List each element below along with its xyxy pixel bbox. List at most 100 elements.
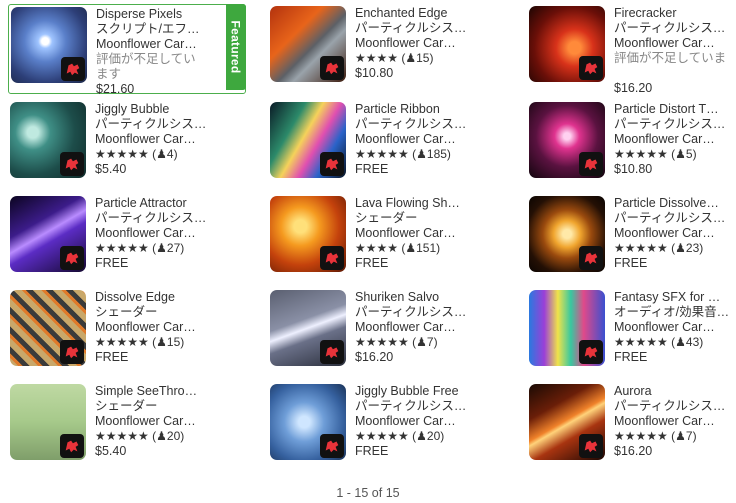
moonflower-dragon-icon bbox=[60, 340, 84, 364]
asset-card[interactable]: Jiggly Bubble パーティクルシス… Moonflower Car… … bbox=[8, 100, 238, 190]
rating-count: (♟5) bbox=[671, 147, 697, 161]
asset-price: $16.20 bbox=[355, 350, 394, 364]
asset-publisher[interactable]: Moonflower Car… bbox=[614, 320, 736, 335]
rating-stars: ★★★★★ bbox=[95, 335, 149, 349]
asset-title[interactable]: Firecracker bbox=[614, 6, 736, 21]
rating-count: (♟185) bbox=[412, 147, 451, 161]
asset-thumbnail[interactable] bbox=[11, 7, 87, 83]
asset-card[interactable]: Shuriken Salvo パーティクルシス… Moonflower Car…… bbox=[268, 288, 498, 378]
asset-title[interactable]: Lava Flowing Sh… bbox=[355, 196, 473, 211]
asset-price: FREE bbox=[614, 256, 648, 270]
rating-stars: ★★★★★ bbox=[95, 429, 149, 443]
moonflower-dragon-icon bbox=[320, 434, 344, 458]
rating-count: (♟15) bbox=[401, 51, 434, 65]
asset-rating: ★★★★★ (♟20) bbox=[95, 429, 213, 444]
asset-title[interactable]: Jiggly Bubble bbox=[95, 102, 213, 117]
asset-category: パーティクルシス… bbox=[614, 399, 726, 413]
asset-title[interactable]: Particle Ribbon bbox=[355, 102, 473, 117]
asset-card[interactable]: Particle Ribbon パーティクルシス… Moonflower Car… bbox=[268, 100, 498, 190]
asset-publisher[interactable]: Moonflower Car… bbox=[355, 414, 473, 429]
moonflower-dragon-icon bbox=[320, 152, 344, 176]
asset-title[interactable]: Enchanted Edge bbox=[355, 6, 473, 21]
asset-title[interactable]: Jiggly Bubble Free bbox=[355, 384, 473, 399]
asset-price: FREE bbox=[95, 256, 129, 270]
asset-card[interactable]: Disperse Pixels スクリプト/エフ… Moonflower Car… bbox=[8, 4, 246, 96]
asset-publisher[interactable]: Moonflower Car… bbox=[95, 132, 213, 147]
moonflower-dragon-icon bbox=[579, 434, 603, 458]
asset-thumbnail[interactable] bbox=[10, 290, 86, 366]
rating-stars: ★★★★★ bbox=[355, 335, 409, 349]
asset-grid: Disperse Pixels スクリプト/エフ… Moonflower Car… bbox=[8, 4, 732, 474]
asset-category: パーティクルシス… bbox=[614, 21, 726, 35]
rating-count: (♟20) bbox=[412, 429, 445, 443]
moonflower-dragon-icon bbox=[579, 340, 603, 364]
moonflower-dragon-icon bbox=[579, 246, 603, 270]
asset-category: パーティクルシス… bbox=[95, 117, 207, 131]
moonflower-dragon-icon bbox=[60, 434, 84, 458]
asset-card[interactable]: Enchanted Edge パーティクルシス… Moonflower Car…… bbox=[268, 4, 498, 94]
asset-card[interactable]: Aurora パーティクルシス… Moonflower Car… ★★★★★ (… bbox=[527, 382, 736, 472]
asset-publisher[interactable]: Moonflower Car… bbox=[614, 36, 736, 51]
asset-thumbnail[interactable] bbox=[270, 6, 346, 82]
asset-publisher[interactable]: Moonflower Car… bbox=[95, 320, 213, 335]
asset-rating: ★★★★★ (♟20) bbox=[355, 429, 473, 444]
asset-price: $10.80 bbox=[614, 162, 653, 176]
asset-publisher[interactable]: Moonflower Car… bbox=[614, 414, 736, 429]
asset-thumbnail[interactable] bbox=[10, 196, 86, 272]
asset-title[interactable]: Shuriken Salvo bbox=[355, 290, 473, 305]
asset-thumbnail[interactable] bbox=[529, 384, 605, 460]
asset-price: $21.60 bbox=[96, 82, 135, 96]
asset-card[interactable]: Lava Flowing Sh… シェーダー Moonflower Car… ★… bbox=[268, 194, 498, 284]
asset-card[interactable]: Fantasy SFX for … オーディオ/効果音… Moonflower … bbox=[527, 288, 736, 378]
asset-thumbnail[interactable] bbox=[10, 102, 86, 178]
asset-card[interactable]: Particle Attractor パーティクルシス… Moonflower … bbox=[8, 194, 238, 284]
asset-publisher[interactable]: Moonflower Car… bbox=[614, 132, 736, 147]
asset-card[interactable]: Firecracker パーティクルシス… Moonflower Car… 評価… bbox=[527, 4, 736, 95]
asset-category: パーティクルシス… bbox=[614, 211, 726, 225]
asset-title[interactable]: Simple SeeThro… bbox=[95, 384, 213, 399]
rating-stars: ★★★★★ bbox=[95, 147, 149, 161]
asset-rating: ★★★★★ (♟27) bbox=[95, 241, 213, 256]
asset-price: FREE bbox=[355, 256, 389, 270]
asset-title[interactable]: Fantasy SFX for … bbox=[614, 290, 736, 305]
asset-rating: ★★★★ (♟15) bbox=[355, 51, 473, 66]
asset-thumbnail[interactable] bbox=[529, 290, 605, 366]
asset-thumbnail[interactable] bbox=[270, 102, 346, 178]
asset-price: FREE bbox=[95, 350, 129, 364]
asset-category: パーティクルシス… bbox=[355, 117, 467, 131]
asset-publisher[interactable]: Moonflower Car… bbox=[355, 320, 473, 335]
asset-thumbnail[interactable] bbox=[529, 6, 605, 82]
rating-count: (♟43) bbox=[671, 335, 704, 349]
asset-publisher[interactable]: Moonflower Car… bbox=[355, 226, 473, 241]
rating-count: (♟151) bbox=[401, 241, 441, 255]
asset-thumbnail[interactable] bbox=[270, 290, 346, 366]
asset-card[interactable]: Jiggly Bubble Free パーティクルシス… Moonflower … bbox=[268, 382, 498, 472]
asset-thumbnail[interactable] bbox=[529, 196, 605, 272]
asset-publisher[interactable]: Moonflower Car… bbox=[95, 226, 213, 241]
rating-stars: ★★★★ bbox=[355, 241, 399, 255]
asset-title[interactable]: Particle Dissolve… bbox=[614, 196, 736, 211]
asset-publisher[interactable]: Moonflower Car… bbox=[95, 414, 213, 429]
asset-card[interactable]: Particle Distort T… パーティクルシス… Moonflower… bbox=[527, 100, 736, 190]
asset-price: FREE bbox=[355, 444, 389, 458]
asset-card[interactable]: Particle Dissolve… パーティクルシス… Moonflower … bbox=[527, 194, 736, 284]
asset-title[interactable]: Aurora bbox=[614, 384, 736, 399]
asset-publisher[interactable]: Moonflower Car… bbox=[355, 36, 473, 51]
asset-publisher[interactable]: Moonflower Car… bbox=[355, 132, 473, 147]
asset-thumbnail[interactable] bbox=[270, 384, 346, 460]
asset-publisher[interactable]: Moonflower Car… bbox=[96, 37, 214, 52]
asset-title[interactable]: Disperse Pixels bbox=[96, 7, 214, 22]
asset-publisher[interactable]: Moonflower Car… bbox=[614, 226, 736, 241]
asset-price: $16.20 bbox=[614, 81, 653, 95]
moonflower-dragon-icon bbox=[320, 56, 344, 80]
asset-title[interactable]: Dissolve Edge bbox=[95, 290, 213, 305]
asset-title[interactable]: Particle Distort T… bbox=[614, 102, 736, 117]
asset-title[interactable]: Particle Attractor bbox=[95, 196, 213, 211]
asset-card[interactable]: Dissolve Edge シェーダー Moonflower Car… ★★★★… bbox=[8, 288, 238, 378]
asset-card[interactable]: Simple SeeThro… シェーダー Moonflower Car… ★★… bbox=[8, 382, 238, 472]
asset-thumbnail[interactable] bbox=[270, 196, 346, 272]
asset-thumbnail[interactable] bbox=[10, 384, 86, 460]
asset-thumbnail[interactable] bbox=[529, 102, 605, 178]
rating-insufficient: 評価が不足しています bbox=[96, 52, 196, 81]
moonflower-dragon-icon bbox=[60, 152, 84, 176]
